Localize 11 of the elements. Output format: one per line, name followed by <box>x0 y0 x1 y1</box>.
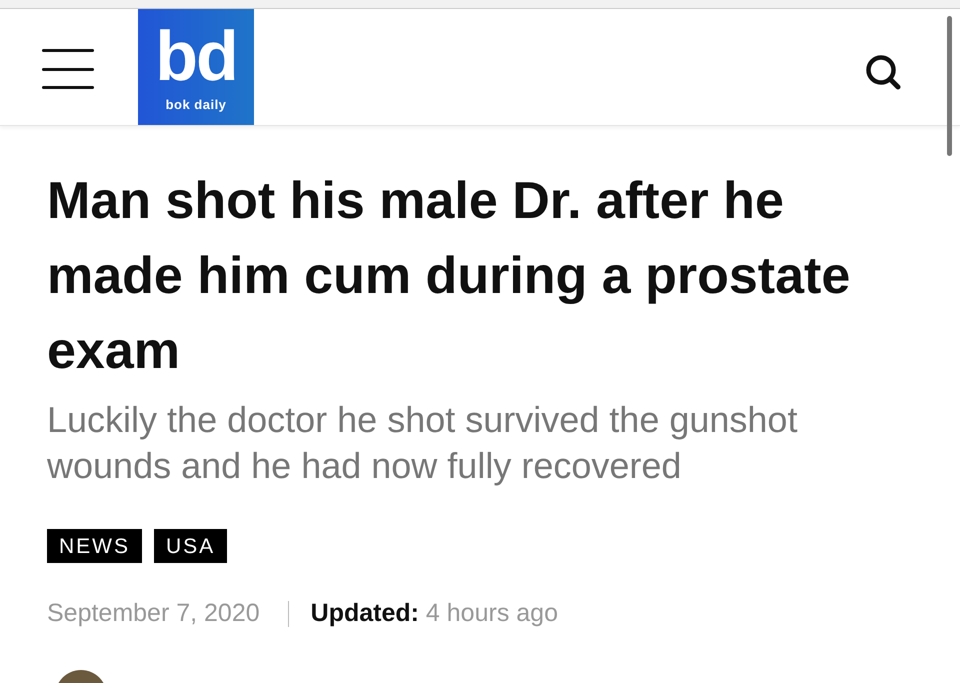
article-title: Man shot his male Dr. after he made him cum during a prostate exam <box>47 171 852 382</box>
logo-name: bok daily <box>166 97 226 112</box>
category-tag[interactable]: NEWS <box>47 529 142 563</box>
article-subtitle: Luckily the doctor he shot survived the gunshot wounds and he had now fully recovered <box>47 398 798 488</box>
logo-mark: bd <box>155 21 237 91</box>
updated-time: Updated: 4 hours ago <box>310 599 558 628</box>
category-tag[interactable]: USA <box>154 529 228 563</box>
publish-date: September 7, 2020 <box>47 599 260 628</box>
scrollbar-thumb[interactable] <box>947 16 952 156</box>
site-logo[interactable]: bd bok daily <box>138 9 254 125</box>
menu-icon[interactable] <box>42 49 94 89</box>
